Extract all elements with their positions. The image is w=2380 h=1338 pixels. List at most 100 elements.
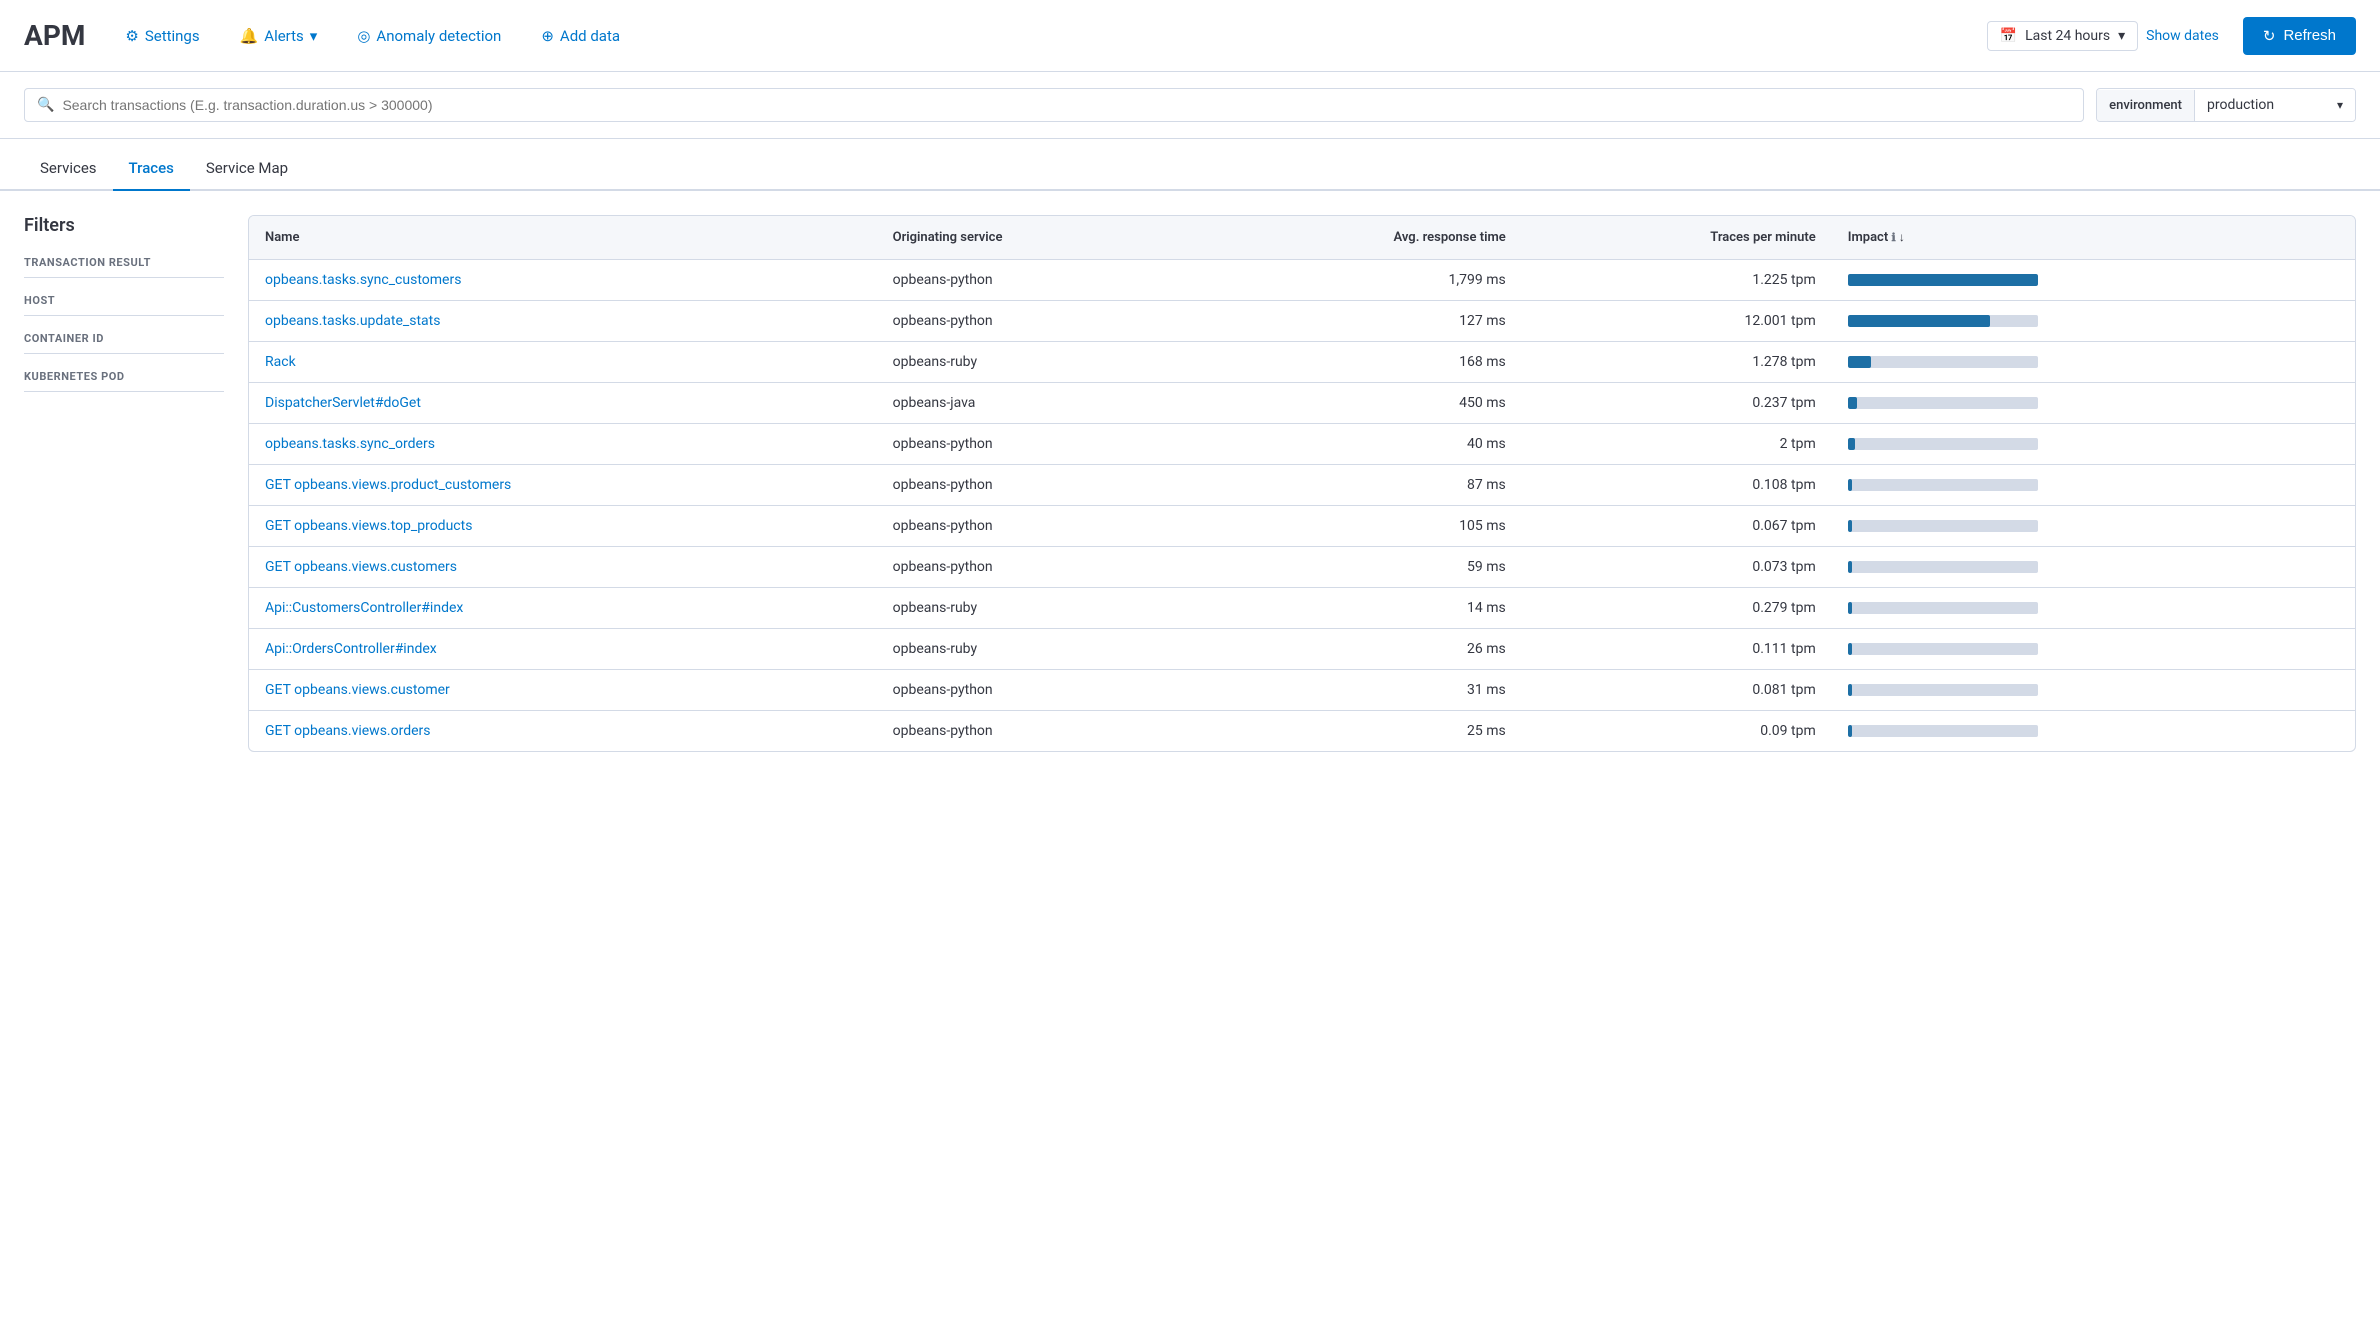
- cell-originating-service-1: opbeans-python: [877, 301, 1197, 342]
- cell-avg-response-time-9: 26 ms: [1196, 629, 1521, 670]
- cell-name-9[interactable]: Api::OrdersController#index: [249, 629, 877, 670]
- impact-sort-icon[interactable]: ↓: [1899, 230, 1905, 244]
- cell-name-2[interactable]: Rack: [249, 342, 877, 383]
- cell-avg-response-time-8: 14 ms: [1196, 588, 1521, 629]
- cell-traces-per-minute-10: 0.081 tpm: [1522, 670, 1832, 711]
- filter-group-kubernetes-pod: KUBERNETES POD: [24, 370, 224, 392]
- environment-chevron-icon: ▾: [2337, 98, 2343, 112]
- table-row: Rack opbeans-ruby 168 ms 1.278 tpm: [249, 342, 2355, 383]
- table-row: GET opbeans.views.customer opbeans-pytho…: [249, 670, 2355, 711]
- cell-name-4[interactable]: opbeans.tasks.sync_orders: [249, 424, 877, 465]
- col-avg-response-time: Avg. response time: [1196, 216, 1521, 260]
- cell-avg-response-time-5: 87 ms: [1196, 465, 1521, 506]
- cell-name-3[interactable]: DispatcherServlet#doGet: [249, 383, 877, 424]
- table-row: GET opbeans.views.customers opbeans-pyth…: [249, 547, 2355, 588]
- cell-traces-per-minute-6: 0.067 tpm: [1522, 506, 1832, 547]
- cell-traces-per-minute-2: 1.278 tpm: [1522, 342, 1832, 383]
- traces-table: Name Originating service Avg. response t…: [248, 215, 2356, 752]
- cell-impact-5: [1832, 465, 2355, 506]
- environment-section: environment production ▾: [2096, 88, 2356, 122]
- search-icon: 🔍: [37, 97, 54, 113]
- cell-name-6[interactable]: GET opbeans.views.top_products: [249, 506, 877, 547]
- table-row: opbeans.tasks.sync_customers opbeans-pyt…: [249, 260, 2355, 301]
- tabs-bar: Services Traces Service Map: [0, 147, 2380, 191]
- cell-traces-per-minute-11: 0.09 tpm: [1522, 711, 1832, 752]
- tab-service-map[interactable]: Service Map: [190, 147, 304, 191]
- anomaly-icon: ◎: [357, 27, 370, 45]
- show-dates-button[interactable]: Show dates: [2146, 28, 2219, 44]
- tab-traces[interactable]: Traces: [113, 147, 190, 191]
- cell-originating-service-4: opbeans-python: [877, 424, 1197, 465]
- cell-impact-0: [1832, 260, 2355, 301]
- search-input[interactable]: [62, 97, 2071, 113]
- cell-name-5[interactable]: GET opbeans.views.product_customers: [249, 465, 877, 506]
- cell-impact-1: [1832, 301, 2355, 342]
- impact-info-icon: ℹ: [1891, 231, 1895, 244]
- cell-impact-7: [1832, 547, 2355, 588]
- main-content: Filters TRANSACTION RESULT HOST CONTAINE…: [0, 191, 2380, 776]
- cell-traces-per-minute-8: 0.279 tpm: [1522, 588, 1832, 629]
- cell-traces-per-minute-4: 2 tpm: [1522, 424, 1832, 465]
- bell-icon: 🔔: [240, 27, 259, 45]
- time-section: 📅 Last 24 hours ▾ Show dates: [1987, 21, 2219, 51]
- app-header: APM ⚙ Settings 🔔 Alerts ▾ ◎ Anomaly dete…: [0, 0, 2380, 72]
- cell-traces-per-minute-0: 1.225 tpm: [1522, 260, 1832, 301]
- filter-label-host: HOST: [24, 294, 224, 316]
- cell-name-1[interactable]: opbeans.tasks.update_stats: [249, 301, 877, 342]
- add-data-nav[interactable]: ⊕ Add data: [533, 23, 628, 49]
- filters-title: Filters: [24, 215, 224, 236]
- gear-icon: ⚙: [125, 27, 138, 45]
- table-row: Api::OrdersController#index opbeans-ruby…: [249, 629, 2355, 670]
- filter-label-container-id: CONTAINER ID: [24, 332, 224, 354]
- cell-originating-service-10: opbeans-python: [877, 670, 1197, 711]
- table-row: DispatcherServlet#doGet opbeans-java 450…: [249, 383, 2355, 424]
- filter-group-container-id: CONTAINER ID: [24, 332, 224, 354]
- cell-avg-response-time-6: 105 ms: [1196, 506, 1521, 547]
- time-chevron-icon: ▾: [2118, 28, 2125, 44]
- cell-name-10[interactable]: GET opbeans.views.customer: [249, 670, 877, 711]
- cell-impact-2: [1832, 342, 2355, 383]
- cell-originating-service-7: opbeans-python: [877, 547, 1197, 588]
- environment-select[interactable]: production ▾: [2195, 89, 2355, 121]
- col-impact[interactable]: Impact ℹ ↓: [1832, 216, 2355, 260]
- table-row: GET opbeans.views.orders opbeans-python …: [249, 711, 2355, 752]
- filter-label-kubernetes-pod: KUBERNETES POD: [24, 370, 224, 392]
- col-originating-service: Originating service: [877, 216, 1197, 260]
- cell-avg-response-time-11: 25 ms: [1196, 711, 1521, 752]
- alerts-nav[interactable]: 🔔 Alerts ▾: [232, 23, 326, 49]
- cell-name-0[interactable]: opbeans.tasks.sync_customers: [249, 260, 877, 301]
- settings-nav[interactable]: ⚙ Settings: [117, 23, 207, 49]
- table-row: GET opbeans.views.product_customers opbe…: [249, 465, 2355, 506]
- col-name: Name: [249, 216, 877, 260]
- cell-originating-service-8: opbeans-ruby: [877, 588, 1197, 629]
- cell-name-7[interactable]: GET opbeans.views.customers: [249, 547, 877, 588]
- environment-label: environment: [2097, 90, 2195, 121]
- cell-name-8[interactable]: Api::CustomersController#index: [249, 588, 877, 629]
- cell-impact-10: [1832, 670, 2355, 711]
- cell-impact-3: [1832, 383, 2355, 424]
- time-picker[interactable]: 📅 Last 24 hours ▾: [1987, 21, 2139, 51]
- search-input-wrapper[interactable]: 🔍: [24, 88, 2084, 122]
- cell-avg-response-time-2: 168 ms: [1196, 342, 1521, 383]
- app-title: APM: [24, 19, 85, 52]
- anomaly-detection-nav[interactable]: ◎ Anomaly detection: [349, 23, 509, 49]
- refresh-button[interactable]: ↻ Refresh: [2243, 17, 2356, 55]
- cell-originating-service-6: opbeans-python: [877, 506, 1197, 547]
- tab-services[interactable]: Services: [24, 147, 113, 191]
- cell-avg-response-time-4: 40 ms: [1196, 424, 1521, 465]
- cell-originating-service-3: opbeans-java: [877, 383, 1197, 424]
- cell-name-11[interactable]: GET opbeans.views.orders: [249, 711, 877, 752]
- table-row: opbeans.tasks.update_stats opbeans-pytho…: [249, 301, 2355, 342]
- cell-impact-8: [1832, 588, 2355, 629]
- cell-originating-service-9: opbeans-ruby: [877, 629, 1197, 670]
- cell-originating-service-5: opbeans-python: [877, 465, 1197, 506]
- search-bar-section: 🔍 environment production ▾: [0, 72, 2380, 139]
- table-row: GET opbeans.views.top_products opbeans-p…: [249, 506, 2355, 547]
- cell-avg-response-time-0: 1,799 ms: [1196, 260, 1521, 301]
- filter-group-host: HOST: [24, 294, 224, 316]
- cell-avg-response-time-3: 450 ms: [1196, 383, 1521, 424]
- table-header-row: Name Originating service Avg. response t…: [249, 216, 2355, 260]
- time-range-label: Last 24 hours: [2025, 28, 2110, 44]
- refresh-icon: ↻: [2263, 27, 2276, 45]
- filters-sidebar: Filters TRANSACTION RESULT HOST CONTAINE…: [24, 215, 224, 752]
